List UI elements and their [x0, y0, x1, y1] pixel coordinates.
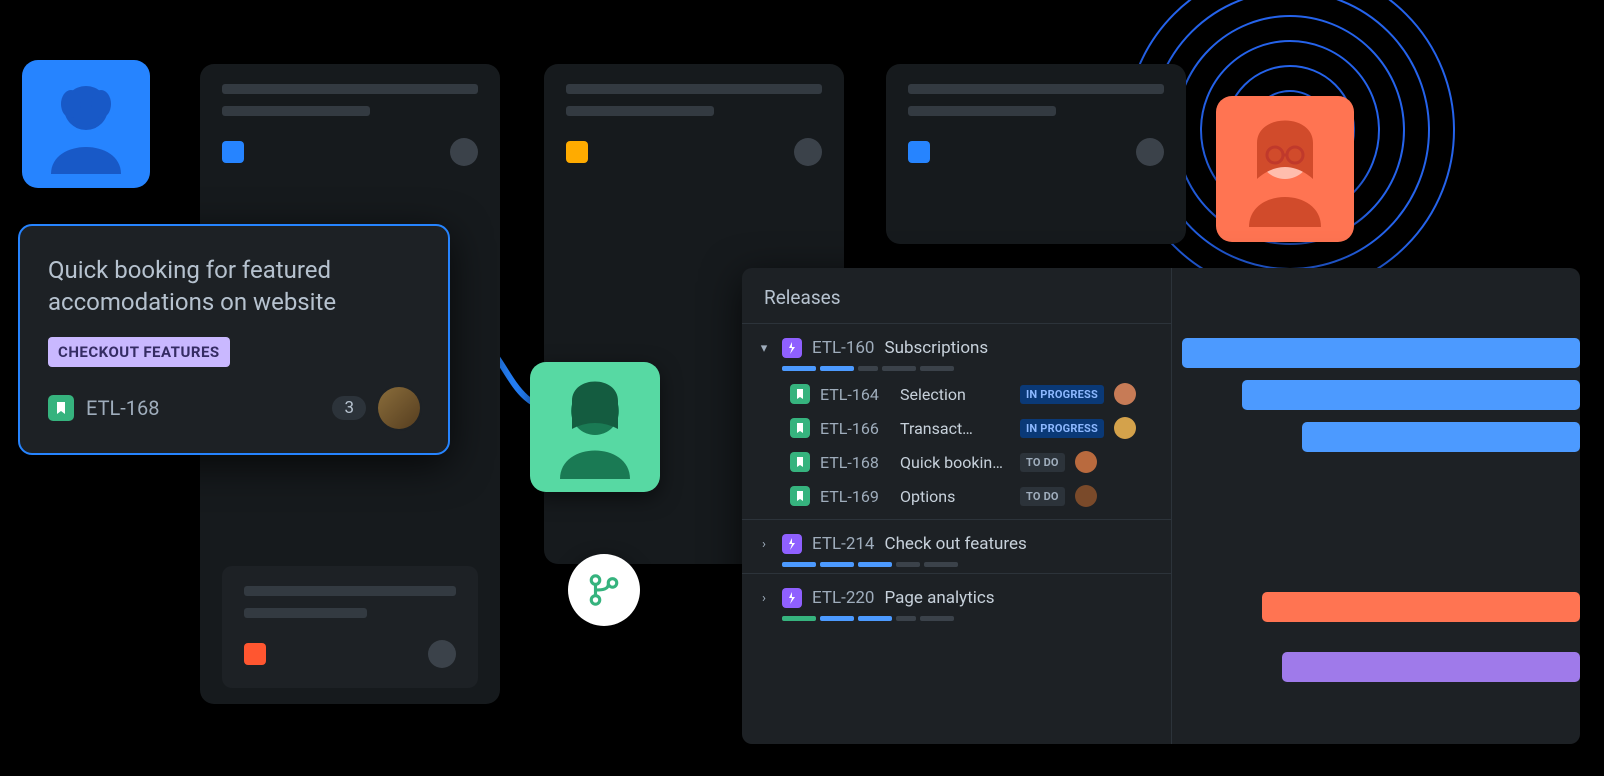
- git-branch-icon[interactable]: [568, 554, 640, 626]
- issue-key[interactable]: ETL-168: [86, 396, 160, 420]
- epic-progress-bar: [742, 562, 1171, 567]
- issue-row[interactable]: ETL-166 Transact… IN PROGRESS: [782, 411, 1165, 445]
- epic-title: Check out features: [885, 534, 1027, 554]
- epic-icon: [782, 534, 802, 554]
- assignee-avatar[interactable]: [1114, 383, 1136, 405]
- gantt-bar[interactable]: [1242, 380, 1580, 410]
- epic-key[interactable]: ETL-214: [812, 534, 875, 554]
- placeholder-line: [244, 586, 456, 596]
- issue-title: Quick booking for featured accomodations…: [48, 254, 420, 319]
- assignee-avatar[interactable]: [1075, 451, 1097, 473]
- placeholder-line: [222, 84, 478, 94]
- gantt-bar[interactable]: [1302, 422, 1580, 452]
- epic-key[interactable]: ETL-220: [812, 588, 875, 608]
- issue-type-icon: [908, 141, 930, 163]
- epic-group: ▾ ETL-160 Subscriptions ETL-164 Selection IN …: [742, 323, 1171, 519]
- issue-title: Selection: [900, 385, 1010, 404]
- status-badge[interactable]: TO DO: [1020, 453, 1065, 472]
- story-icon: [48, 395, 74, 421]
- assignee-placeholder: [1136, 138, 1164, 166]
- assignee-avatar[interactable]: [1075, 485, 1097, 507]
- placeholder-line: [566, 106, 714, 116]
- issue-key[interactable]: ETL-169: [820, 487, 890, 506]
- board-card[interactable]: [222, 566, 478, 688]
- epic-group: › ETL-214 Check out features: [742, 519, 1171, 567]
- releases-heading: Releases: [742, 268, 1171, 323]
- epic-key[interactable]: ETL-160: [812, 338, 875, 358]
- gantt-bar[interactable]: [1182, 338, 1580, 368]
- epic-row[interactable]: ▾ ETL-160 Subscriptions: [742, 324, 1171, 366]
- issue-title: Quick booking…: [900, 453, 1010, 472]
- issue-type-icon: [566, 141, 588, 163]
- status-badge[interactable]: TO DO: [1020, 487, 1065, 506]
- epic-title: Subscriptions: [885, 338, 989, 358]
- epic-progress-bar: [742, 366, 1171, 371]
- placeholder-line: [908, 106, 1056, 116]
- epic-row[interactable]: › ETL-220 Page analytics: [742, 574, 1171, 616]
- placeholder-line: [244, 608, 367, 618]
- placeholder-line: [908, 84, 1164, 94]
- subtask-count: 3: [332, 396, 366, 420]
- avatar-user-3: [1216, 96, 1354, 242]
- avatar-user-2: [530, 362, 660, 492]
- epic-icon: [782, 588, 802, 608]
- epic-tag[interactable]: CHECKOUT FEATURES: [48, 337, 230, 367]
- status-badge[interactable]: IN PROGRESS: [1020, 385, 1104, 404]
- assignee-avatar[interactable]: [378, 387, 420, 429]
- issue-key[interactable]: ETL-168: [820, 453, 890, 472]
- gantt-area: [1172, 268, 1580, 744]
- gantt-bar[interactable]: [1262, 592, 1580, 622]
- avatar-user-1: [22, 60, 150, 188]
- gantt-bar[interactable]: [1282, 652, 1580, 682]
- chevron-right-icon[interactable]: ›: [756, 591, 772, 606]
- issue-key[interactable]: ETL-166: [820, 419, 890, 438]
- placeholder-line: [566, 84, 822, 94]
- assignee-placeholder: [428, 640, 456, 668]
- story-icon: [790, 486, 810, 506]
- status-badge[interactable]: IN PROGRESS: [1020, 419, 1104, 438]
- issue-type-icon: [244, 643, 266, 665]
- epic-group: › ETL-220 Page analytics: [742, 573, 1171, 621]
- issue-row[interactable]: ETL-164 Selection IN PROGRESS: [782, 377, 1165, 411]
- placeholder-line: [222, 106, 370, 116]
- chevron-right-icon[interactable]: ›: [756, 537, 772, 552]
- epic-progress-bar: [742, 616, 1171, 621]
- assignee-placeholder: [450, 138, 478, 166]
- story-icon: [790, 418, 810, 438]
- featured-issue-card[interactable]: Quick booking for featured accomodations…: [18, 224, 450, 455]
- issue-type-icon: [222, 141, 244, 163]
- epic-icon: [782, 338, 802, 358]
- board-column-3: [886, 64, 1186, 244]
- issue-title: Transact…: [900, 419, 1010, 438]
- issue-key[interactable]: ETL-164: [820, 385, 890, 404]
- issue-row[interactable]: ETL-168 Quick booking… TO DO: [782, 445, 1165, 479]
- epic-title: Page analytics: [885, 588, 995, 608]
- epic-row[interactable]: › ETL-214 Check out features: [742, 520, 1171, 562]
- issue-row[interactable]: ETL-169 Options TO DO: [782, 479, 1165, 513]
- story-icon: [790, 384, 810, 404]
- releases-panel: Releases ▾ ETL-160 Subscriptions ETL-164 Sel…: [742, 268, 1580, 744]
- issue-title: Options: [900, 487, 1010, 506]
- chevron-down-icon[interactable]: ▾: [756, 341, 772, 356]
- assignee-placeholder: [794, 138, 822, 166]
- story-icon: [790, 452, 810, 472]
- assignee-avatar[interactable]: [1114, 417, 1136, 439]
